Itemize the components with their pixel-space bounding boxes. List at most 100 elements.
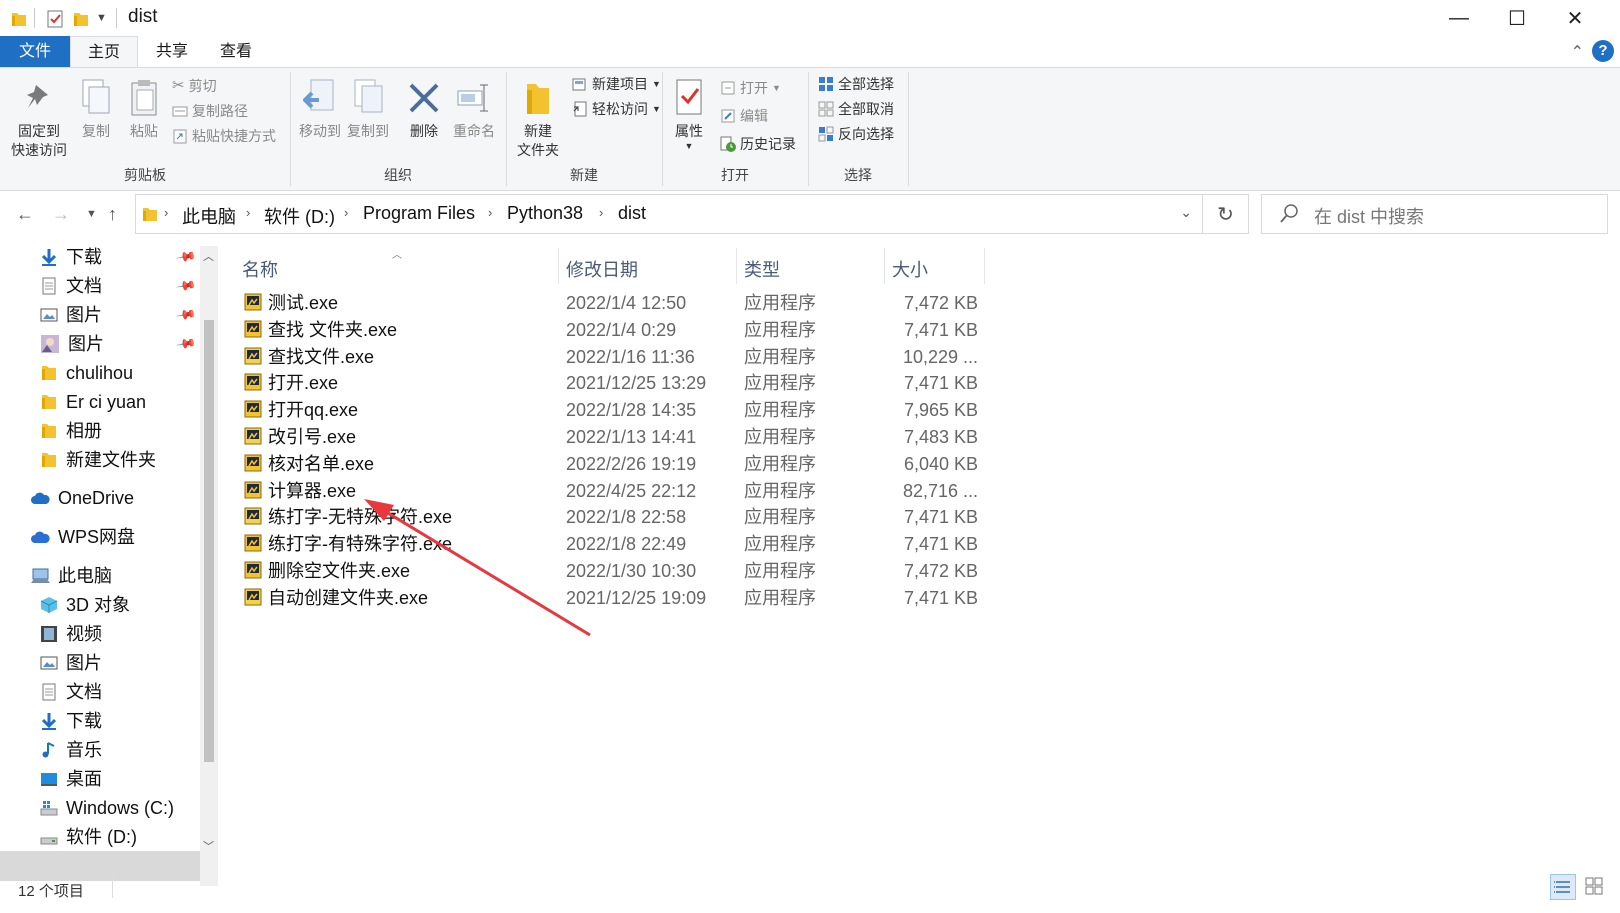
sidebar-item-this-pc[interactable]: 此电脑: [30, 562, 112, 590]
sidebar-item-documents[interactable]: 文档: [40, 272, 102, 300]
sidebar-item-music[interactable]: 音乐: [40, 736, 102, 764]
select-none-icon: [818, 101, 834, 117]
breadcrumb-chevron-icon[interactable]: ›: [164, 205, 168, 220]
copy-path-button[interactable]: 复制路径: [172, 99, 248, 123]
file-row[interactable]: 打开.exe 2021/12/25 13:29 应用程序 7,471 KB: [244, 370, 994, 396]
new-item-button[interactable]: 新建项目 ▼: [572, 72, 661, 96]
address-bar[interactable]: › 此电脑 › 软件 (D:) › Program Files › Python…: [135, 194, 1203, 234]
breadcrumb-chevron-icon[interactable]: ›: [488, 205, 492, 220]
recent-locations-chevron-icon[interactable]: ▼: [86, 208, 97, 220]
back-arrow-icon[interactable]: ←: [16, 204, 34, 225]
breadcrumb-chevron-icon[interactable]: ›: [246, 205, 250, 220]
sidebar-item-album[interactable]: 相册: [40, 417, 102, 445]
column-divider[interactable]: [884, 248, 885, 284]
column-header-date[interactable]: 修改日期: [566, 256, 638, 282]
paste-shortcut-button[interactable]: 粘贴快捷方式: [172, 124, 276, 148]
easy-access-button[interactable]: 轻松访问 ▼: [572, 97, 661, 121]
scroll-up-icon[interactable]: ︿: [203, 248, 214, 264]
select-all-button[interactable]: 全部选择: [818, 72, 894, 96]
collapse-ribbon-icon[interactable]: ⌃: [1571, 42, 1584, 62]
column-header-type[interactable]: 类型: [744, 256, 780, 282]
column-divider[interactable]: [984, 248, 985, 284]
paste-button[interactable]: 粘贴: [120, 76, 168, 141]
forward-arrow-icon[interactable]: →: [52, 204, 70, 225]
edit-button[interactable]: 编辑: [720, 104, 768, 128]
file-row[interactable]: 查找 文件夹.exe 2022/1/4 0:29 应用程序 7,471 KB: [244, 317, 994, 343]
sidebar-item-downloads[interactable]: 下载: [40, 243, 102, 271]
pin-icon[interactable]: 📌: [175, 246, 197, 268]
up-arrow-icon[interactable]: ↑: [108, 204, 117, 225]
folder-icon[interactable]: [72, 10, 90, 28]
move-to-button[interactable]: 移动到: [296, 76, 344, 141]
pin-icon[interactable]: 📌: [175, 304, 197, 326]
sidebar-item-drive-d[interactable]: 软件 (D:): [40, 823, 137, 851]
tab-home[interactable]: 主页: [70, 36, 138, 68]
new-folder-button[interactable]: 新建 文件夹: [508, 76, 568, 160]
breadcrumb-drive-d[interactable]: 软件 (D:): [264, 203, 335, 229]
maximize-button[interactable]: ☐: [1488, 0, 1546, 36]
properties-button[interactable]: 属性 ▼: [666, 76, 712, 151]
file-name: 查找 文件夹.exe: [268, 319, 398, 340]
breadcrumb-chevron-icon[interactable]: ›: [599, 205, 603, 220]
sidebar-item-new-folder[interactable]: 新建文件夹: [40, 446, 156, 474]
large-icons-view-button[interactable]: [1582, 874, 1608, 900]
tab-view[interactable]: 查看: [204, 36, 268, 68]
file-row[interactable]: 核对名单.exe 2022/2/26 19:19 应用程序 6,040 KB: [244, 451, 994, 477]
pin-icon[interactable]: 📌: [175, 275, 197, 297]
column-header-name[interactable]: 名称: [242, 256, 278, 282]
invert-selection-button[interactable]: 反向选择: [818, 122, 894, 146]
breadcrumb-this-pc[interactable]: 此电脑: [182, 203, 236, 229]
history-button[interactable]: 历史记录: [720, 132, 796, 156]
sidebar-item-drive-c[interactable]: Windows (C:): [40, 794, 174, 822]
folder-icon[interactable]: [10, 10, 28, 28]
details-view-button[interactable]: [1550, 874, 1576, 900]
search-box[interactable]: 在 dist 中搜索: [1261, 194, 1608, 234]
file-row[interactable]: 查找文件.exe 2022/1/16 11:36 应用程序 10,229 ...: [244, 344, 994, 370]
sidebar-item-onedrive[interactable]: OneDrive: [30, 484, 134, 512]
help-icon[interactable]: ?: [1592, 40, 1614, 62]
cut-button[interactable]: ✂ 剪切: [172, 74, 217, 98]
sidebar-item-er-ci-yuan[interactable]: Er ci yuan: [40, 388, 146, 416]
sidebar-scrollbar[interactable]: ︿ ﹀: [200, 246, 218, 886]
scrollbar-thumb[interactable]: [204, 320, 214, 762]
sidebar-item-pc-documents[interactable]: 文档: [40, 678, 102, 706]
open-button[interactable]: 打开 ▼: [720, 76, 781, 100]
copy-to-button[interactable]: 复制到: [344, 76, 392, 141]
file-row[interactable]: 测试.exe 2022/1/4 12:50 应用程序 7,472 KB: [244, 290, 994, 316]
sidebar-item-wps[interactable]: WPS网盘: [30, 523, 135, 551]
sidebar-item-chulihou[interactable]: chulihou: [40, 359, 133, 387]
file-row[interactable]: 改引号.exe 2022/1/13 14:41 应用程序 7,483 KB: [244, 424, 994, 450]
properties-check-icon[interactable]: [46, 10, 64, 28]
column-divider[interactable]: [558, 248, 559, 284]
breadcrumb-dist[interactable]: dist: [618, 203, 646, 224]
pin-quick-access-button[interactable]: 固定到 快速访问: [8, 76, 70, 160]
exe-app-icon: [244, 534, 262, 552]
breadcrumb-program-files[interactable]: Program Files: [363, 203, 475, 224]
breadcrumb-chevron-icon[interactable]: ›: [344, 205, 348, 220]
tab-file[interactable]: 文件: [0, 36, 70, 68]
sidebar-item-3d-objects[interactable]: 3D 对象: [40, 591, 130, 619]
close-button[interactable]: ✕: [1546, 0, 1604, 36]
minimize-button[interactable]: —: [1430, 0, 1488, 36]
rename-button[interactable]: 重命名: [448, 76, 500, 141]
pin-icon[interactable]: 📌: [175, 333, 197, 355]
column-divider[interactable]: [736, 248, 737, 284]
3d-objects-icon: [40, 597, 58, 613]
copy-button[interactable]: 复制: [72, 76, 120, 141]
sidebar-item-pictures-2[interactable]: 图片: [40, 330, 104, 358]
select-none-button[interactable]: 全部取消: [818, 97, 894, 121]
sidebar-item-pictures[interactable]: 图片: [40, 301, 102, 329]
sidebar-item-pc-downloads[interactable]: 下载: [40, 707, 102, 735]
sidebar-item-pc-pictures[interactable]: 图片: [40, 649, 102, 677]
scroll-down-icon[interactable]: ﹀: [203, 838, 214, 854]
address-dropdown-icon[interactable]: ⌄: [1180, 204, 1192, 221]
column-header-size[interactable]: 大小: [892, 256, 928, 282]
delete-button[interactable]: 删除: [400, 76, 448, 141]
sidebar-item-videos[interactable]: 视频: [40, 620, 102, 648]
tab-share[interactable]: 共享: [140, 36, 204, 68]
breadcrumb-python38[interactable]: Python38: [507, 203, 583, 224]
sidebar-item-desktop[interactable]: 桌面: [40, 765, 102, 793]
file-row[interactable]: 打开qq.exe 2022/1/28 14:35 应用程序 7,965 KB: [244, 397, 994, 423]
customize-dropdown-icon[interactable]: ▼: [96, 12, 107, 24]
refresh-button[interactable]: ↻: [1203, 194, 1249, 234]
